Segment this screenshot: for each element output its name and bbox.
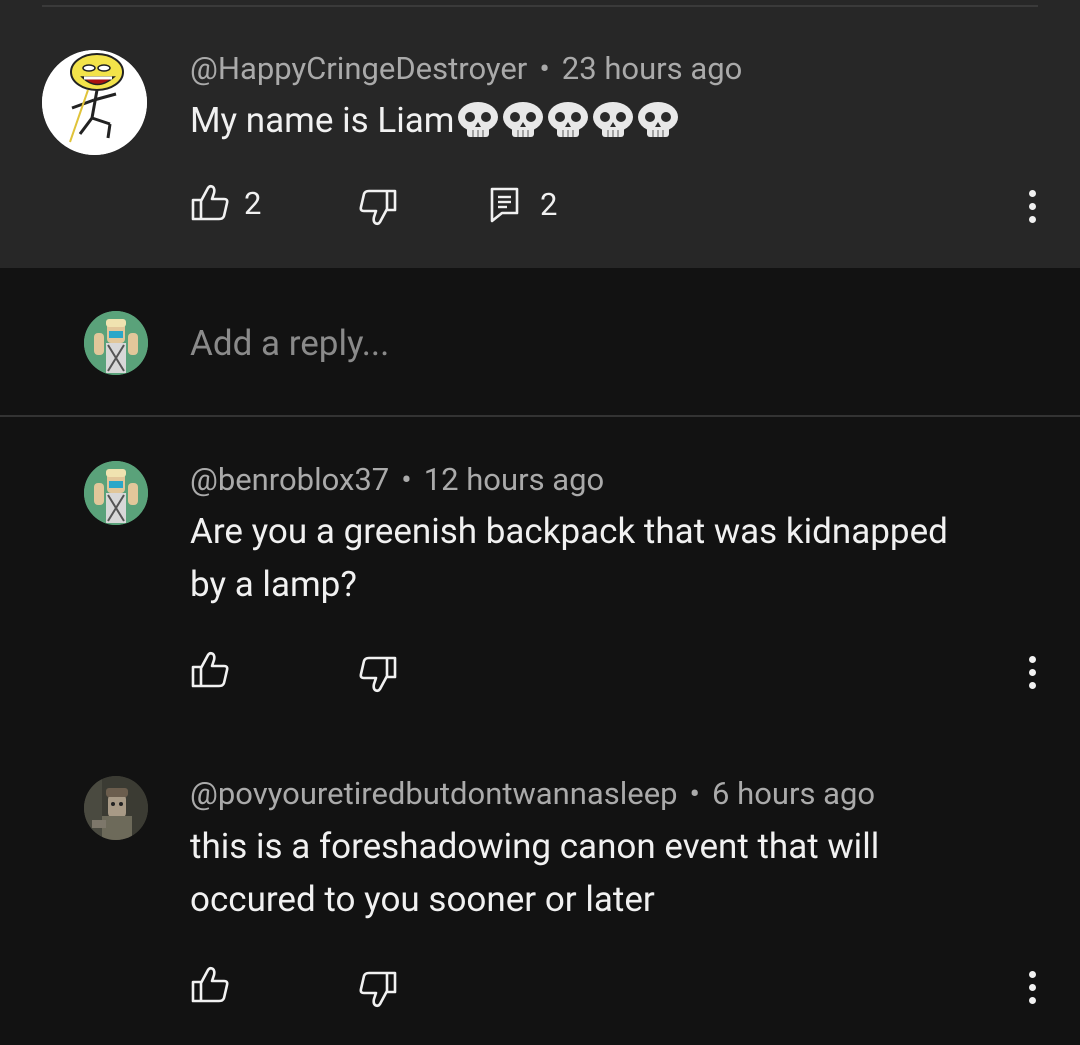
- meme-face-icon: [42, 50, 147, 155]
- comment-author[interactable]: @HappyCringeDestroyer: [190, 50, 527, 87]
- comment-text-line: Are you a greenish backpack that was kid…: [190, 511, 948, 552]
- comment-icon: [490, 187, 519, 222]
- divider: [0, 415, 1080, 417]
- comment-author[interactable]: @povyouretiredbutdontwannasleep: [190, 775, 678, 812]
- character-avatar-icon: [84, 776, 148, 840]
- comment-text: this is a foreshadowing canon event that…: [190, 820, 1030, 926]
- thumbs-down-icon: [359, 656, 397, 693]
- dislike-button[interactable]: [358, 655, 398, 693]
- avatar[interactable]: [84, 776, 148, 840]
- reply-count: 2: [540, 186, 558, 223]
- thumbs-up-icon: [191, 184, 229, 221]
- comment-time: 6 hours ago: [712, 775, 876, 812]
- add-reply-input[interactable]: Add a reply...: [190, 323, 389, 364]
- skull-icon: [548, 102, 589, 137]
- reply-composer: [0, 268, 1080, 416]
- thumbs-down-icon: [359, 971, 397, 1008]
- skull-emoji-group: [456, 100, 681, 155]
- thumbs-up-icon: [191, 651, 229, 688]
- divider: [42, 5, 1038, 7]
- more-options-icon[interactable]: [1029, 971, 1037, 1010]
- comment-author[interactable]: @benroblox37: [190, 461, 389, 498]
- separator-dot: •: [689, 775, 701, 812]
- comment-text-line: by a lamp?: [190, 564, 357, 605]
- comment-text: Are you a greenish backpack that was kid…: [190, 505, 1030, 611]
- separator-dot: •: [539, 50, 550, 87]
- dislike-button[interactable]: [358, 188, 398, 226]
- more-options-icon[interactable]: [1029, 190, 1037, 229]
- thumbs-up-icon: [191, 966, 229, 1003]
- skull-icon: [458, 102, 499, 137]
- thumbs-down-icon: [359, 189, 397, 226]
- like-button[interactable]: [190, 651, 230, 689]
- replies-button[interactable]: 2: [490, 186, 557, 223]
- comment-meta: @povyouretiredbutdontwannasleep • 6 hours …: [190, 775, 875, 812]
- comment-time: 12 hours ago: [423, 461, 605, 498]
- dislike-button[interactable]: [358, 970, 398, 1008]
- comment-text-line: occured to you sooner or later: [190, 879, 655, 920]
- skull-icon: [593, 102, 634, 137]
- comment-text: My name is Liam: [190, 94, 1030, 155]
- comment-thread: @HappyCringeDestroyer • 23 hours ago My na…: [0, 0, 1080, 1045]
- comment-text-line: this is a foreshadowing canon event that…: [190, 826, 880, 867]
- avatar: [84, 311, 148, 375]
- separator-dot: •: [401, 461, 412, 498]
- highlighted-comment: @HappyCringeDestroyer • 23 hours ago My na…: [0, 0, 1080, 268]
- like-count: 2: [244, 184, 262, 222]
- comment-text-main: My name is Liam: [190, 100, 455, 141]
- roblox-avatar-icon: [84, 461, 148, 525]
- like-button[interactable]: 2: [190, 184, 261, 222]
- more-options-icon[interactable]: [1029, 656, 1037, 695]
- like-button[interactable]: [190, 966, 230, 1004]
- avatar[interactable]: [84, 461, 148, 525]
- comment-meta: @benroblox37 • 12 hours ago: [190, 461, 604, 498]
- avatar[interactable]: [42, 50, 147, 155]
- skull-icon: [638, 102, 679, 137]
- roblox-avatar-icon: [84, 311, 148, 375]
- comment-time: 23 hours ago: [561, 50, 743, 87]
- comment-meta: @HappyCringeDestroyer • 23 hours ago: [190, 50, 742, 87]
- skull-icon: [503, 102, 544, 137]
